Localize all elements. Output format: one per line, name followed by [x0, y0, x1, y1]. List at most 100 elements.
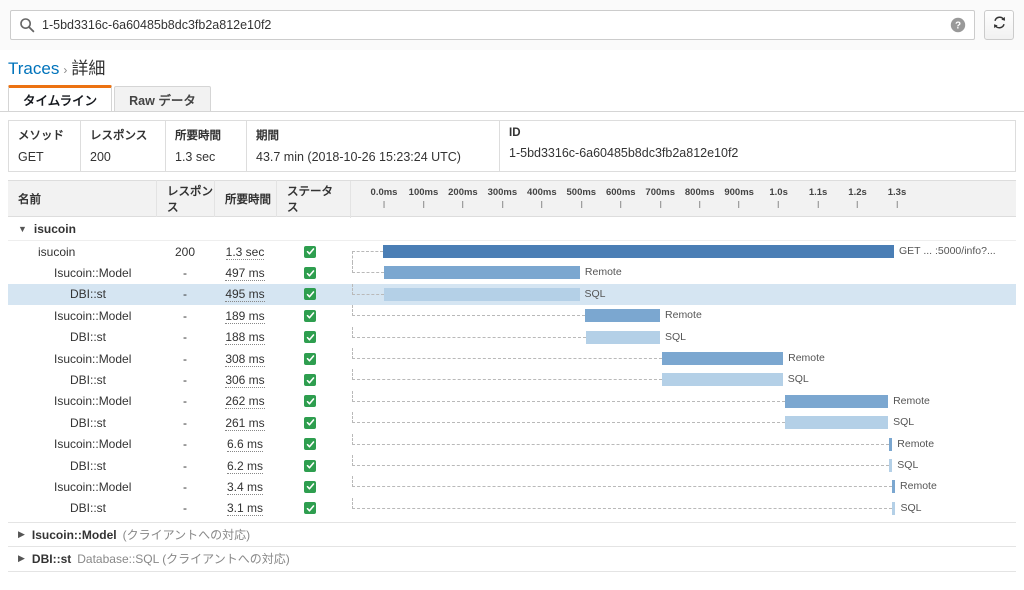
status-ok-icon	[304, 459, 316, 472]
table-row[interactable]: isucoin 200 1.3 sec GET ... :5000/info?...	[8, 241, 1016, 263]
axis-tick: 900ms	[724, 187, 754, 208]
breadcrumb-link-traces[interactable]: Traces	[8, 59, 59, 78]
status-ok-icon	[304, 309, 316, 322]
timeline-bar-label: Remote	[900, 480, 937, 493]
axis-tick-label: 100ms	[408, 187, 439, 198]
refresh-button[interactable]	[984, 10, 1014, 40]
timeline-bar[interactable]	[585, 309, 661, 323]
timeline-bar[interactable]	[784, 394, 889, 408]
timeline-lane: SQL	[350, 326, 1016, 348]
collapsed-group-subtitle: (クライアントへの対応)	[122, 528, 251, 542]
table-row[interactable]: Isucoin::Model - 3.4 ms Remote	[8, 476, 1016, 498]
axis-tick-label: 800ms	[684, 187, 715, 198]
chevron-right-icon: ▶	[18, 553, 25, 563]
status-ok-icon	[304, 438, 316, 451]
search-input[interactable]: 1-5bd3316c-6a60485b8dc3fb2a812e10f2 ?	[10, 10, 975, 40]
timeline-lane: SQL	[350, 497, 1016, 519]
table-row[interactable]: DBI::st - 306 ms SQL	[8, 369, 1016, 391]
cell-duration: 261 ms	[225, 415, 265, 431]
breadcrumb-current: 詳細	[71, 59, 106, 78]
tab-timeline[interactable]: タイムライン	[8, 85, 113, 112]
cell-response: -	[183, 479, 187, 494]
table-row[interactable]: Isucoin::Model - 308 ms Remote	[8, 347, 1016, 370]
timeline-rail-stub	[352, 347, 353, 359]
table-row[interactable]: DBI::st - 495 ms SQL	[8, 283, 1016, 306]
search-bar: 1-5bd3316c-6a60485b8dc3fb2a812e10f2 ?	[0, 0, 1024, 50]
timeline-bar[interactable]	[585, 330, 661, 344]
timeline-bar[interactable]	[384, 287, 580, 301]
table-row[interactable]: DBI::st - 3.1 ms SQL	[8, 497, 1016, 520]
timeline-connector	[352, 464, 890, 466]
cell-response: -	[183, 415, 187, 430]
timeline-bar[interactable]	[661, 373, 783, 387]
timeline-rail-stub	[352, 326, 353, 338]
axis-tick-mark	[778, 201, 780, 208]
timeline-bar-label: Remote	[897, 437, 935, 450]
collapsed-group-row[interactable]: ▶ Isucoin::Model (クライアントへの対応)	[8, 522, 1016, 546]
timeline-bar[interactable]	[383, 245, 895, 258]
cell-response: -	[183, 308, 187, 323]
cell-segment-name: Isucoin::Model	[54, 394, 132, 409]
timeline-bar-label: SQL	[665, 330, 687, 343]
column-header-response: レスポンス	[156, 180, 214, 217]
summary-duration-value: 1.3 sec	[175, 150, 216, 164]
chevron-right-icon: ▶	[18, 529, 25, 539]
timeline-axis: 0.0ms 100ms 200ms 300ms 400ms 500ms 600ms 700ms…	[350, 181, 1016, 218]
table-row[interactable]: DBI::st - 261 ms SQL	[8, 412, 1016, 434]
cell-response: -	[183, 266, 187, 281]
timeline-rail-stub	[352, 454, 353, 466]
footer-divider	[8, 571, 1016, 572]
table-row[interactable]: DBI::st - 6.2 ms SQL	[8, 454, 1016, 477]
cell-segment-name: Isucoin::Model	[54, 479, 132, 494]
timeline-connector	[352, 443, 890, 445]
table-row[interactable]: Isucoin::Model - 262 ms Remote	[8, 390, 1016, 413]
axis-tick: 200ms	[448, 187, 478, 208]
search-input-value: 1-5bd3316c-6a60485b8dc3fb2a812e10f2	[42, 18, 272, 32]
axis-tick-mark	[462, 201, 464, 208]
timeline-rail-stub	[352, 433, 353, 445]
cell-response: -	[183, 330, 187, 345]
collapsed-group-row[interactable]: ▶ DBI::st Database::SQL (クライアントへの対応)	[8, 546, 1016, 570]
axis-tick-mark	[501, 201, 503, 208]
table-row[interactable]: DBI::st - 188 ms SQL	[8, 326, 1016, 348]
status-ok-icon	[304, 288, 316, 301]
cell-segment-name: DBI::st	[70, 501, 107, 516]
timeline-connector	[352, 251, 383, 252]
cell-segment-name: DBI::st	[70, 287, 107, 302]
timeline-bar[interactable]	[383, 266, 580, 280]
svg-text:?: ?	[955, 21, 961, 32]
status-ok-icon	[304, 480, 316, 493]
cell-status	[276, 331, 344, 344]
collapsed-group-subtitle: Database::SQL (クライアントへの対応)	[77, 552, 290, 566]
tab-raw-data[interactable]: Raw データ	[114, 86, 211, 112]
timeline-bar[interactable]	[785, 416, 889, 430]
axis-tick-mark	[620, 201, 622, 208]
axis-tick-label: 1.0s	[769, 187, 788, 198]
help-circle-icon[interactable]: ?	[950, 17, 966, 33]
timeline-bar-label: Remote	[665, 309, 702, 322]
table-header-row: 名前 レスポンス 所要時間 ステータス 0.0ms 100ms 200ms 300ms…	[8, 180, 1016, 218]
cell-duration: 497 ms	[225, 266, 265, 282]
timeline-bar-label: Remote	[788, 351, 825, 364]
column-header-status: ステータス	[276, 180, 344, 217]
chevron-down-icon: ▼	[18, 223, 27, 234]
status-ok-icon	[304, 416, 316, 429]
timeline-connector	[352, 357, 662, 359]
cell-duration: 262 ms	[225, 394, 265, 410]
cell-response: -	[183, 394, 187, 409]
segment-group-header-isucoin[interactable]: ▼ isucoin	[8, 217, 1016, 241]
timeline-bar[interactable]	[661, 351, 784, 365]
table-row[interactable]: Isucoin::Model - 6.6 ms Remote	[8, 433, 1016, 455]
trace-segments-table: 名前 レスポンス 所要時間 ステータス 0.0ms 100ms 200ms 300ms…	[8, 180, 1016, 520]
axis-tick-label: 1.2s	[848, 187, 867, 198]
axis-tick: 1.2s	[848, 187, 867, 208]
table-row[interactable]: Isucoin::Model - 497 ms Remote	[8, 262, 1016, 284]
axis-tick-mark	[817, 201, 819, 208]
cell-status	[276, 480, 344, 493]
timeline-rail-stub	[352, 497, 353, 509]
cell-segment-name: Isucoin::Model	[54, 351, 132, 366]
status-ok-icon	[304, 374, 316, 387]
summary-response: レスポンス 200	[81, 121, 166, 171]
timeline-bar-label: Remote	[893, 394, 930, 407]
table-row[interactable]: Isucoin::Model - 189 ms Remote	[8, 305, 1016, 327]
